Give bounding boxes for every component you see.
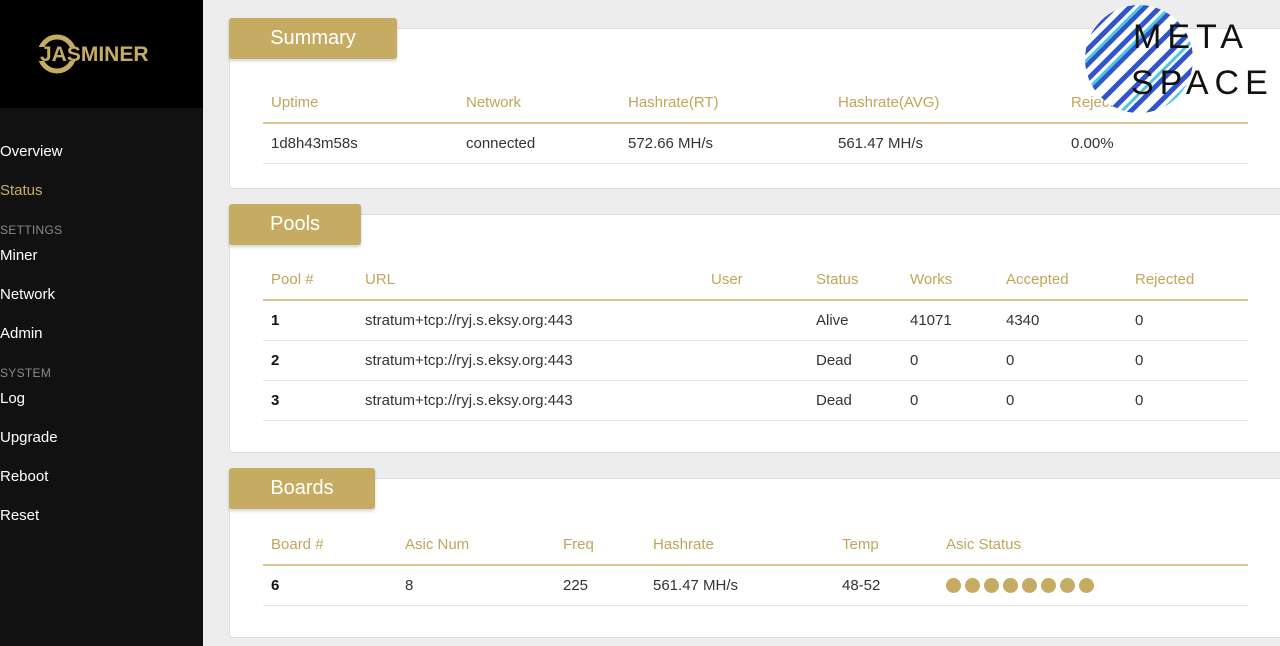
svg-text:META: META — [1133, 18, 1249, 56]
sidebar-nav: Overview Status SETTINGS Miner Network A… — [0, 108, 203, 541]
pool-works: 41071 — [902, 300, 998, 341]
header-status: Status — [808, 260, 902, 301]
sidebar: JASMINER Overview Status SETTINGS Miner … — [0, 0, 203, 646]
header-user: User — [703, 260, 808, 301]
pool-accepted: 0 — [998, 340, 1127, 381]
header-network: Network — [458, 83, 620, 124]
board-temp: 48-52 — [834, 565, 938, 606]
header-hashrate-avg: Hashrate(AVG) — [830, 83, 1063, 124]
asic-status-dot — [1041, 577, 1056, 593]
sidebar-item-reset[interactable]: Reset — [0, 502, 203, 541]
sidebar-item-network[interactable]: Network — [0, 281, 203, 320]
pool-status: Dead — [808, 380, 902, 421]
board-number: 6 — [263, 565, 397, 606]
pool-accepted: 0 — [998, 380, 1127, 421]
hashrate-rt-value: 572.66 MH/s — [620, 123, 830, 164]
pool-user — [703, 380, 808, 421]
pools-title: Pools — [229, 204, 361, 245]
boards-table: Board # Asic Num Freq Hashrate Temp Asic… — [263, 525, 1248, 606]
pools-card: Pool # URL User Status Works Accepted Re… — [229, 214, 1280, 453]
sidebar-item-reboot[interactable]: Reboot — [0, 463, 203, 502]
pools-table: Pool # URL User Status Works Accepted Re… — [263, 260, 1248, 421]
pool-status: Dead — [808, 340, 902, 381]
table-row: 2 stratum+tcp://ryj.s.eksy.org:443 Dead … — [263, 340, 1248, 381]
sidebar-item-overview[interactable]: Overview — [0, 138, 203, 177]
header-accepted: Accepted — [998, 260, 1127, 301]
header-hashrate-rt: Hashrate(RT) — [620, 83, 830, 124]
sidebar-item-log[interactable]: Log — [0, 385, 203, 424]
hashrate-avg-value: 561.47 MH/s — [830, 123, 1063, 164]
network-value: connected — [458, 123, 620, 164]
pool-rejected: 0 — [1127, 300, 1248, 341]
header-works: Works — [902, 260, 998, 301]
pool-url: stratum+tcp://ryj.s.eksy.org:443 — [357, 340, 703, 381]
header-pool-number: Pool # — [263, 260, 357, 301]
pool-url: stratum+tcp://ryj.s.eksy.org:443 — [357, 300, 703, 341]
table-row: 3 stratum+tcp://ryj.s.eksy.org:443 Dead … — [263, 380, 1248, 421]
section-label-settings: SETTINGS — [0, 223, 63, 237]
header-freq: Freq — [555, 525, 645, 566]
uptime-value: 1d8h43m58s — [263, 123, 458, 164]
boards-title: Boards — [229, 468, 375, 509]
header-asic-status: Asic Status — [938, 525, 1248, 566]
pool-number: 2 — [263, 340, 357, 381]
asic-status-dot — [1060, 577, 1075, 593]
board-asic-status — [938, 565, 1248, 606]
table-header-row: Board # Asic Num Freq Hashrate Temp Asic… — [263, 525, 1248, 566]
asic-status-dot — [946, 577, 961, 593]
header-rejected: Rejected — [1127, 260, 1248, 301]
board-freq: 225 — [555, 565, 645, 606]
summary-title: Summary — [229, 18, 397, 59]
svg-text:SPACE: SPACE — [1131, 64, 1274, 102]
table-row: 1 stratum+tcp://ryj.s.eksy.org:443 Alive… — [263, 300, 1248, 341]
header-url: URL — [357, 260, 703, 301]
pool-works: 0 — [902, 340, 998, 381]
header-temp: Temp — [834, 525, 938, 566]
header-hashrate: Hashrate — [645, 525, 834, 566]
pool-user — [703, 340, 808, 381]
table-row: 6 8 225 561.47 MH/s 48-52 — [263, 565, 1248, 606]
board-asic-num: 8 — [397, 565, 555, 606]
header-board-number: Board # — [263, 525, 397, 566]
pool-works: 0 — [902, 380, 998, 421]
asic-status-dot — [984, 577, 999, 593]
asic-status-dots — [946, 577, 1248, 593]
pool-number: 3 — [263, 380, 357, 421]
section-label-system: SYSTEM — [0, 366, 52, 380]
pool-number: 1 — [263, 300, 357, 341]
asic-status-dot — [1022, 577, 1037, 593]
header-asic-num: Asic Num — [397, 525, 555, 566]
board-hashrate: 561.47 MH/s — [645, 565, 834, 606]
rejected-value: 0.00% — [1063, 123, 1248, 164]
sidebar-item-upgrade[interactable]: Upgrade — [0, 424, 203, 463]
sidebar-item-admin[interactable]: Admin — [0, 320, 203, 359]
svg-text:JASMINER: JASMINER — [40, 43, 149, 66]
pool-user — [703, 300, 808, 341]
asic-status-dot — [1079, 577, 1094, 593]
pool-accepted: 4340 — [998, 300, 1127, 341]
sidebar-item-status[interactable]: Status — [0, 177, 203, 216]
logo-area: JASMINER — [0, 0, 203, 108]
asic-status-dot — [965, 577, 980, 593]
boards-card: Board # Asic Num Freq Hashrate Temp Asic… — [229, 478, 1280, 638]
pool-rejected: 0 — [1127, 340, 1248, 381]
asic-status-dot — [1003, 577, 1018, 593]
jasminer-logo: JASMINER — [36, 34, 149, 74]
header-uptime: Uptime — [263, 83, 458, 124]
metaspace-watermark-logo: META SPACE — [1085, 5, 1274, 113]
table-header-row: Pool # URL User Status Works Accepted Re… — [263, 260, 1248, 301]
pool-status: Alive — [808, 300, 902, 341]
table-row: 1d8h43m58s connected 572.66 MH/s 561.47 … — [263, 123, 1248, 164]
pool-url: stratum+tcp://ryj.s.eksy.org:443 — [357, 380, 703, 421]
sidebar-item-miner[interactable]: Miner — [0, 242, 203, 281]
pool-rejected: 0 — [1127, 380, 1248, 421]
